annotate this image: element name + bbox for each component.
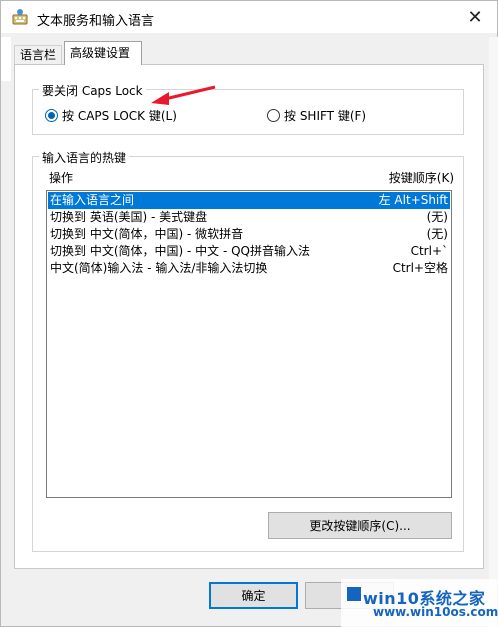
close-icon: ✕ — [467, 6, 483, 28]
keyboard-app-icon — [12, 9, 28, 25]
radio-shift-label: 按 SHIFT 键(F) — [284, 109, 367, 123]
tab-label: 高级键设置 — [70, 46, 131, 60]
list-item[interactable]: 切换到 中文(简体，中国) - 微软拼音 (无) — [48, 226, 450, 243]
change-key-sequence-button[interactable]: 更改按键顺序(C)... — [268, 512, 452, 539]
hotkeys-list-header: 操作 按键顺序(K) — [36, 169, 454, 187]
tab-label: 语言栏 — [20, 48, 57, 62]
list-item[interactable]: 切换到 中文(简体，中国) - 中文 - QQ拼音输入法 Ctrl+` — [48, 243, 450, 260]
dialog-window: 文本服务和输入语言 ✕ 语言栏 高级键设置 要关闭 Caps Lock 按 CA… — [0, 0, 498, 627]
background-window-left — [1, 37, 11, 81]
close-button[interactable]: ✕ — [453, 1, 497, 33]
background-window-right — [489, 37, 498, 627]
watermark-url: www.win10os.com — [373, 605, 498, 619]
list-item[interactable]: 中文(简体)输入法 - 输入法/非输入法切换 Ctrl+空格 — [48, 260, 450, 277]
radio-caps-lock-label: 按 CAPS LOCK 键(L) — [62, 109, 177, 123]
list-item[interactable]: 在输入语言之间 左 Alt+Shift — [48, 192, 450, 209]
radio-checked-icon — [45, 109, 58, 122]
tab-advanced-key-settings[interactable]: 高级键设置 — [64, 41, 142, 65]
caps-lock-group-label: 要关闭 Caps Lock — [39, 82, 146, 99]
radio-unchecked-icon — [267, 109, 280, 122]
hotkeys-group-label: 输入语言的热键 — [39, 149, 130, 166]
title-bar[interactable]: 文本服务和输入语言 ✕ — [1, 1, 497, 33]
radio-shift[interactable]: 按 SHIFT 键(F) — [267, 107, 366, 124]
column-header-operation: 操作 — [49, 171, 74, 185]
list-item[interactable]: 切换到 英语(美国) - 美式键盘 (无) — [48, 209, 450, 226]
column-header-key-sequence: 按键顺序(K) — [388, 171, 454, 185]
tab-language-bar[interactable]: 语言栏 — [14, 45, 62, 65]
window-title: 文本服务和输入语言 — [37, 14, 155, 29]
radio-caps-lock[interactable]: 按 CAPS LOCK 键(L) — [45, 107, 177, 124]
hotkeys-list[interactable]: 在输入语言之间 左 Alt+Shift 切换到 英语(美国) - 美式键盘 (无… — [46, 190, 452, 498]
ok-button[interactable]: 确定 — [209, 582, 298, 609]
